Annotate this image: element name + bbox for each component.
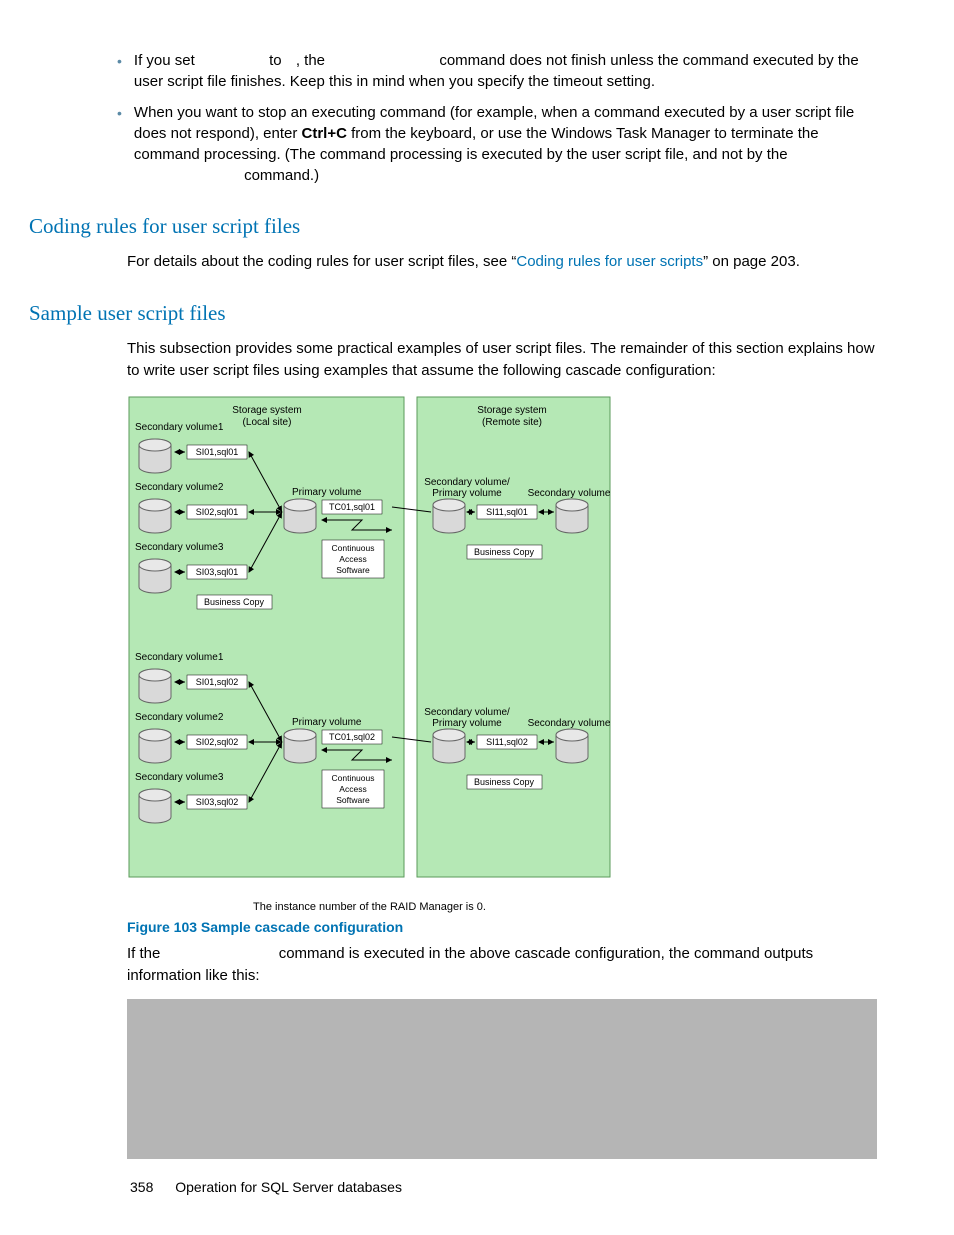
figure-caption: Figure 103 Sample cascade configuration — [127, 919, 897, 935]
bullet-icon: • — [117, 104, 122, 186]
page-footer: 358 Operation for SQL Server databases — [130, 1179, 402, 1195]
coding-rules-para: For details about the coding rules for u… — [127, 251, 887, 273]
svg-text:Primary volume: Primary volume — [292, 487, 362, 498]
svg-text:Continuous: Continuous — [331, 543, 374, 553]
code-output-block — [127, 999, 877, 1159]
remote-title: Storage system — [477, 405, 546, 416]
svg-text:TC01,sql02: TC01,sql02 — [329, 732, 375, 742]
svg-text:TC01,sql01: TC01,sql01 — [329, 502, 375, 512]
svg-text:Primary volume: Primary volume — [292, 717, 362, 728]
svg-text:Secondary volume2: Secondary volume2 — [135, 712, 224, 723]
svg-text:Secondary volume/: Secondary volume/ — [424, 707, 510, 718]
svg-text:Business Copy: Business Copy — [474, 547, 535, 557]
bullet-icon: • — [117, 52, 122, 92]
figure-cascade-config: Storage system (Local site) Storage syst… — [127, 395, 897, 895]
svg-text:SI11,sql02: SI11,sql02 — [486, 737, 528, 747]
svg-text:Business Copy: Business Copy — [474, 777, 535, 787]
bullet-list: • If you set to , the command does not f… — [117, 50, 887, 186]
svg-text:Secondary volume1: Secondary volume1 — [135, 652, 224, 663]
heading-coding-rules: Coding rules for user script files — [29, 214, 897, 239]
svg-text:SI02,sql01: SI02,sql01 — [196, 507, 239, 517]
svg-text:SI03,sql02: SI03,sql02 — [196, 797, 239, 807]
footer-title: Operation for SQL Server databases — [175, 1179, 402, 1195]
bullet-item: • If you set to , the command does not f… — [117, 50, 887, 92]
svg-text:Business Copy: Business Copy — [204, 597, 265, 607]
local-title: Storage system — [232, 405, 301, 416]
svg-text:Secondary volume/: Secondary volume/ — [424, 477, 510, 488]
svg-text:Continuous: Continuous — [331, 773, 374, 783]
svg-text:Secondary volume: Secondary volume — [528, 718, 611, 729]
svg-text:Secondary volume3: Secondary volume3 — [135, 542, 224, 553]
link-coding-rules[interactable]: Coding rules for user scripts — [516, 253, 703, 270]
svg-text:Primary volume: Primary volume — [432, 718, 502, 729]
raid-note: The instance number of the RAID Manager … — [127, 901, 612, 913]
svg-text:SI02,sql02: SI02,sql02 — [196, 737, 239, 747]
svg-text:SI01,sql02: SI01,sql02 — [196, 677, 239, 687]
svg-text:(Remote site): (Remote site) — [482, 417, 542, 428]
bullet-item: • When you want to stop an executing com… — [117, 102, 887, 186]
sample-para: This subsection provides some practical … — [127, 338, 887, 382]
after-figure-para: If the command is executed in the above … — [127, 943, 887, 987]
svg-text:Secondary volume2: Secondary volume2 — [135, 482, 224, 493]
svg-text:Secondary volume1: Secondary volume1 — [135, 422, 224, 433]
svg-text:SI01,sql01: SI01,sql01 — [196, 447, 239, 457]
page-number: 358 — [130, 1179, 153, 1195]
svg-text:Access: Access — [339, 784, 366, 794]
svg-text:Software: Software — [336, 795, 370, 805]
svg-text:SI03,sql01: SI03,sql01 — [196, 567, 239, 577]
svg-text:Secondary volume3: Secondary volume3 — [135, 772, 224, 783]
bullet-text: If you set to , the command does not fin… — [134, 50, 887, 92]
cascade-diagram-svg: Storage system (Local site) Storage syst… — [127, 395, 612, 895]
bullet-text: When you want to stop an executing comma… — [134, 102, 887, 186]
svg-text:Software: Software — [336, 565, 370, 575]
svg-text:Access: Access — [339, 554, 366, 564]
svg-text:(Local site): (Local site) — [243, 417, 292, 428]
heading-sample-scripts: Sample user script files — [29, 301, 897, 326]
svg-text:SI11,sql01: SI11,sql01 — [486, 507, 528, 517]
svg-text:Secondary volume: Secondary volume — [528, 488, 611, 499]
svg-text:Primary volume: Primary volume — [432, 488, 502, 499]
